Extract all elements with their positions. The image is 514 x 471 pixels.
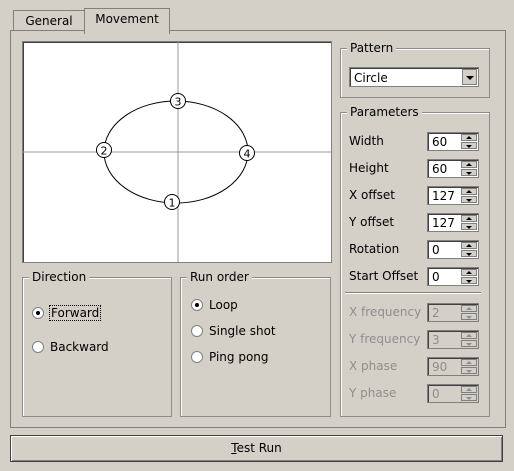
spin-down-button[interactable]: [461, 250, 477, 257]
x-frequency-label: X frequency: [349, 305, 422, 319]
x-frequency-value: 2: [432, 306, 440, 320]
x-phase-value: 90: [432, 360, 448, 374]
radio-checked-icon: [32, 307, 44, 319]
y-phase-value: 0: [432, 387, 440, 401]
x-offset-spinbox[interactable]: 127: [427, 186, 479, 205]
spin-up-button[interactable]: [461, 134, 477, 141]
spin-down-button: [461, 313, 477, 320]
run-order-single-shot-radio[interactable]: Single shot: [191, 324, 276, 338]
radio-unchecked-icon: [191, 325, 203, 337]
run-order-loop-radio[interactable]: Loop: [191, 298, 238, 312]
spin-down-button[interactable]: [461, 169, 477, 176]
spin-down-button[interactable]: [461, 142, 477, 149]
spin-up-button: [461, 359, 477, 366]
x-phase-spinbox: 90: [427, 357, 479, 376]
path-point-2-label: 2: [101, 145, 108, 158]
width-label: Width: [349, 134, 384, 148]
spin-up-button[interactable]: [461, 161, 477, 168]
pattern-select[interactable]: Circle: [349, 67, 479, 87]
direction-forward-label: Forward: [48, 305, 102, 321]
y-frequency-label: Y frequency: [349, 332, 421, 346]
parameters-group-title: Parameters: [347, 105, 422, 119]
run-order-group-title: Run order: [187, 270, 252, 284]
run-order-single-shot-label: Single shot: [209, 324, 276, 338]
height-spinbox[interactable]: 60: [427, 159, 479, 178]
pattern-select-value: Circle: [354, 71, 388, 85]
tab-movement-label: Movement: [95, 12, 159, 26]
pattern-preview: 1 2 3 4: [22, 41, 332, 263]
radio-unchecked-icon: [191, 351, 203, 363]
path-point-2[interactable]: 2: [96, 142, 112, 158]
radio-unchecked-icon: [32, 341, 44, 353]
test-run-button[interactable]: Test Run: [10, 435, 503, 462]
rotation-spinbox[interactable]: 0: [427, 240, 479, 259]
spin-up-button: [461, 332, 477, 339]
direction-group-title: Direction: [29, 270, 90, 284]
path-point-3-label: 3: [175, 96, 182, 109]
rotation-value: 0: [432, 243, 440, 257]
path-point-1-label: 1: [169, 197, 176, 210]
height-label: Height: [349, 161, 389, 175]
y-offset-value: 127: [432, 216, 455, 230]
run-order-ping-pong-label: Ping pong: [209, 350, 269, 364]
spin-down-button: [461, 340, 477, 347]
parameters-divider: [345, 292, 481, 294]
y-frequency-value: 3: [432, 333, 440, 347]
tab-general-label: General: [25, 14, 73, 28]
test-run-label: Test Run: [231, 441, 282, 455]
spin-down-button[interactable]: [461, 277, 477, 284]
spin-up-button[interactable]: [461, 215, 477, 222]
radio-checked-icon: [191, 299, 203, 311]
start-offset-label: Start Offset: [349, 269, 419, 283]
tab-movement[interactable]: Movement: [84, 8, 170, 34]
width-spinbox[interactable]: 60: [427, 132, 479, 151]
pattern-preview-svg: 1 2 3 4: [23, 42, 331, 262]
spin-up-button[interactable]: [461, 188, 477, 195]
path-point-4-label: 4: [244, 148, 251, 161]
chevron-down-icon[interactable]: [462, 69, 477, 85]
direction-backward-label: Backward: [50, 340, 109, 354]
spin-down-button[interactable]: [461, 223, 477, 230]
spin-up-button: [461, 386, 477, 393]
spin-down-button: [461, 367, 477, 374]
path-point-3[interactable]: 3: [170, 93, 186, 109]
run-order-loop-label: Loop: [209, 298, 238, 312]
y-offset-spinbox[interactable]: 127: [427, 213, 479, 232]
path-point-1[interactable]: 1: [164, 194, 180, 210]
y-phase-label: Y phase: [349, 386, 397, 400]
x-offset-label: X offset: [349, 188, 395, 202]
spin-up-button[interactable]: [461, 242, 477, 249]
direction-backward-radio[interactable]: Backward: [32, 340, 109, 354]
y-offset-label: Y offset: [349, 215, 395, 229]
y-frequency-spinbox: 3: [427, 330, 479, 349]
spin-down-button: [461, 394, 477, 401]
x-frequency-spinbox: 2: [427, 303, 479, 322]
direction-forward-radio[interactable]: Forward: [32, 305, 102, 321]
height-value: 60: [432, 162, 448, 176]
spin-down-button[interactable]: [461, 196, 477, 203]
start-offset-value: 0: [432, 270, 440, 284]
x-offset-value: 127: [432, 189, 455, 203]
path-point-4[interactable]: 4: [239, 145, 255, 161]
y-phase-spinbox: 0: [427, 384, 479, 403]
pattern-group-title: Pattern: [347, 41, 397, 55]
start-offset-spinbox[interactable]: 0: [427, 267, 479, 286]
run-order-ping-pong-radio[interactable]: Ping pong: [191, 350, 269, 364]
tab-general[interactable]: General: [13, 10, 85, 32]
width-value: 60: [432, 135, 448, 149]
x-phase-label: X phase: [349, 359, 398, 373]
spin-up-button: [461, 305, 477, 312]
rotation-label: Rotation: [349, 242, 400, 256]
spin-up-button[interactable]: [461, 269, 477, 276]
